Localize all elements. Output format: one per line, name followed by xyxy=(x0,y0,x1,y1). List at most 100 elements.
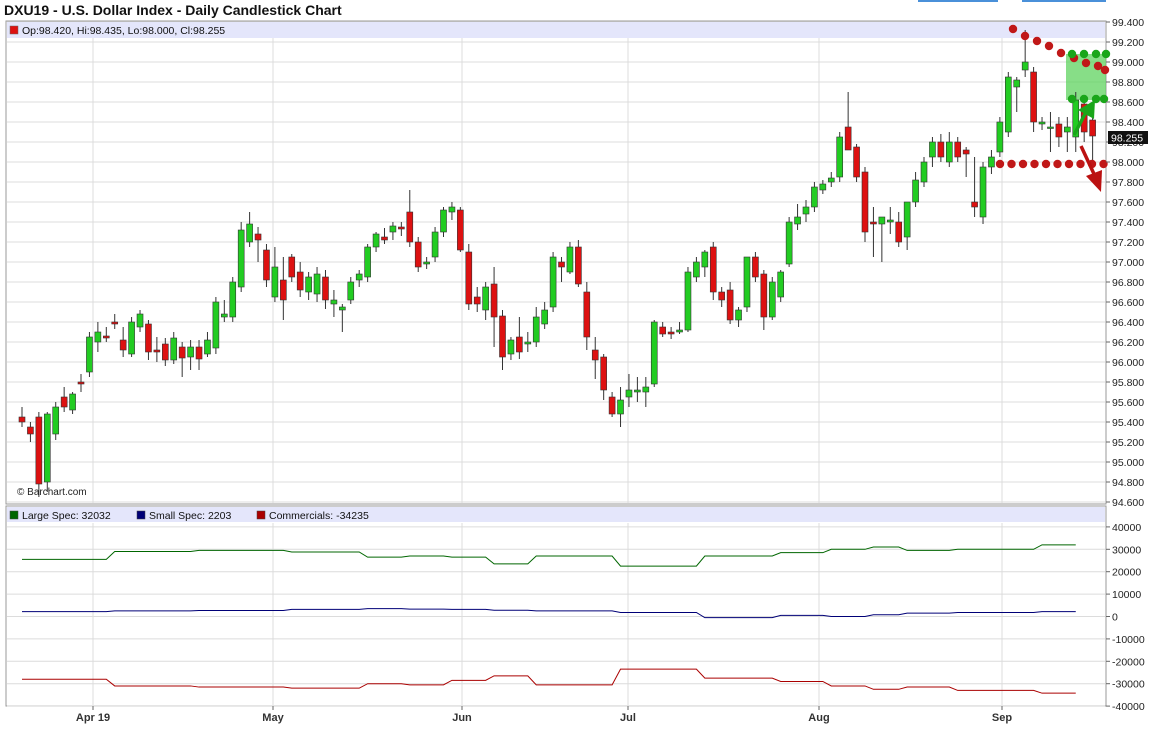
price-y-tick-label: 95.000 xyxy=(1112,457,1144,469)
candle-down xyxy=(457,209,464,251)
candle-down xyxy=(600,356,607,391)
candle-up xyxy=(929,141,936,158)
candle-down xyxy=(895,221,903,243)
candle-up xyxy=(423,261,430,265)
price-y-tick-label: 96.400 xyxy=(1112,317,1144,329)
candle-up xyxy=(768,281,776,318)
candle-up xyxy=(431,231,439,258)
green-dot-support xyxy=(1079,94,1089,104)
candle-down xyxy=(398,226,405,230)
x-tick-label: May xyxy=(262,712,284,724)
cot-legend-swatch xyxy=(9,510,19,520)
candle-up xyxy=(246,223,253,243)
candle-down xyxy=(558,261,565,268)
candle-up xyxy=(794,216,801,225)
candle-up xyxy=(305,276,312,293)
price-y-tick-label: 96.000 xyxy=(1112,357,1144,369)
candle-up xyxy=(988,156,995,168)
candle-down xyxy=(709,246,717,293)
red-dot-floor xyxy=(995,159,1005,169)
candle-up xyxy=(389,225,397,233)
candle-down xyxy=(296,271,304,291)
candle-down xyxy=(473,296,481,305)
candle-up xyxy=(701,251,709,268)
candle-down xyxy=(27,426,34,435)
candle-up xyxy=(204,339,211,355)
candle-up xyxy=(625,389,633,398)
price-y-tick-label: 95.600 xyxy=(1112,397,1144,409)
candle-down xyxy=(288,256,296,278)
candle-down xyxy=(499,315,506,358)
candle-down xyxy=(254,233,262,241)
candle-up xyxy=(212,301,220,349)
candle-down xyxy=(591,349,599,361)
cot-y-tick-label: 10000 xyxy=(1112,589,1141,601)
cot-y-tick-label: 30000 xyxy=(1112,544,1141,556)
candle-down xyxy=(516,336,523,353)
price-y-tick-label: 98.400 xyxy=(1112,117,1144,129)
candle-down xyxy=(971,201,978,208)
candle-down xyxy=(406,211,414,243)
candle-down xyxy=(119,339,127,351)
red-dot-trendline xyxy=(1032,36,1042,46)
candle-down xyxy=(381,236,388,241)
price-y-tick-label: 98.800 xyxy=(1112,77,1144,89)
cot-legend-label: Commercials: -34235 xyxy=(269,510,369,522)
price-y-tick-label: 97.200 xyxy=(1112,237,1144,249)
candle-up xyxy=(347,281,355,301)
candle-up xyxy=(440,209,447,233)
candle-up xyxy=(996,121,1004,153)
price-y-tick-label: 97.600 xyxy=(1112,197,1144,209)
price-y-tick-label: 99.200 xyxy=(1112,37,1144,49)
candle-up xyxy=(69,393,76,411)
candle-up xyxy=(43,413,51,483)
candle-down xyxy=(861,171,869,233)
candle-down xyxy=(178,346,186,359)
ohlc-label: Op:98.420, Hi:98.435, Lo:98.000, Cl:98.2… xyxy=(22,25,225,37)
candle-down xyxy=(853,146,860,178)
candle-up xyxy=(524,341,532,345)
price-y-tick-label: 95.400 xyxy=(1112,417,1144,429)
candle-down xyxy=(954,141,962,158)
price-y-tick-label: 96.200 xyxy=(1112,337,1144,349)
candle-up xyxy=(330,299,338,305)
x-tick-label: Apr 19 xyxy=(76,712,110,724)
candle-up xyxy=(237,229,245,288)
candle-up xyxy=(979,166,987,218)
red-dot-trendline xyxy=(1100,65,1110,75)
candle-up xyxy=(642,386,650,393)
candle-up xyxy=(136,313,144,328)
red-dot-trendline xyxy=(1044,41,1054,51)
candle-up xyxy=(86,336,93,373)
candle-down xyxy=(465,251,473,305)
cot-y-tick-label: -30000 xyxy=(1112,679,1145,691)
candle-down xyxy=(962,149,970,155)
x-tick-label: Jul xyxy=(620,712,636,724)
candle-down xyxy=(414,241,422,268)
candle-down xyxy=(18,416,26,423)
candle-up xyxy=(785,221,793,265)
candle-up xyxy=(507,339,515,355)
red-dot-trendline xyxy=(1020,31,1030,41)
candle-down xyxy=(583,291,591,338)
price-y-tick-label: 94.600 xyxy=(1112,497,1144,509)
candle-down xyxy=(263,249,270,281)
last-price-label: 98.255 xyxy=(1111,133,1143,145)
price-y-tick-label: 98.000 xyxy=(1112,157,1144,169)
candle-down xyxy=(153,349,161,353)
candle-up xyxy=(777,271,785,298)
cot-y-tick-label: -40000 xyxy=(1112,701,1145,713)
candle-down xyxy=(752,256,759,278)
candle-up xyxy=(735,309,742,321)
candle-up xyxy=(1064,126,1071,133)
red-dot-trendline xyxy=(1056,48,1066,58)
candle-up xyxy=(52,406,60,435)
cot-legend: Large Spec: 32032 Small Spec: 2203 Commerc… xyxy=(9,510,369,522)
candle-down xyxy=(60,396,68,408)
candle-down xyxy=(726,289,734,321)
green-dot-resistance xyxy=(1067,49,1077,59)
cot-legend-swatch xyxy=(256,510,266,520)
price-y-tick-label: 95.200 xyxy=(1112,437,1144,449)
candle-down xyxy=(280,279,287,301)
candle-up xyxy=(684,271,692,331)
